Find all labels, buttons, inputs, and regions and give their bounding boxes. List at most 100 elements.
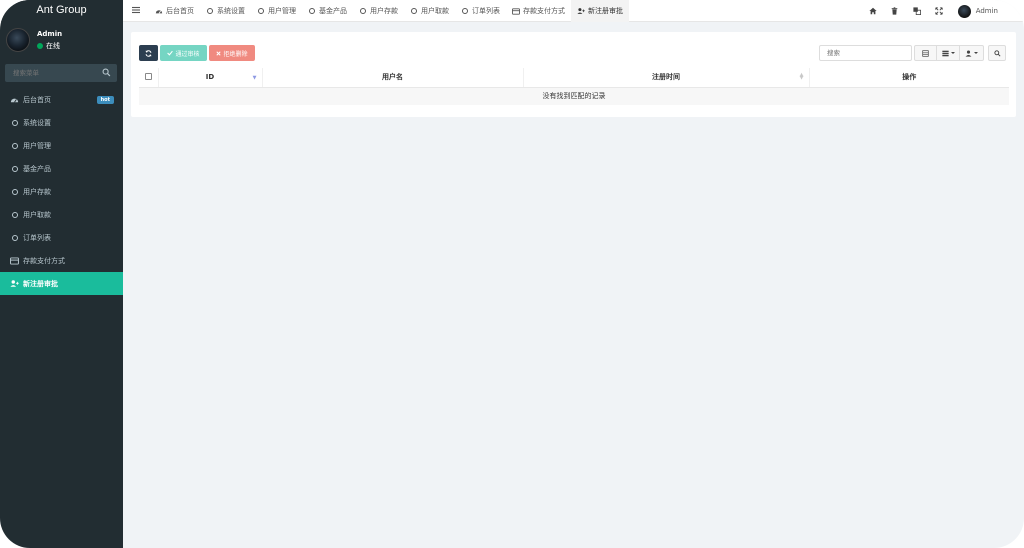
times-icon: [216, 50, 222, 56]
user-plus-icon: [10, 280, 19, 287]
circle-icon: [11, 188, 18, 195]
sort-icon: ▲ ▼: [799, 72, 804, 81]
sidebar-item-order-list[interactable]: 订单列表: [0, 226, 123, 249]
top-right-tools: Admin: [862, 0, 1024, 22]
tab-order-list[interactable]: 订单列表: [455, 0, 506, 22]
sidebar-item-label: 用户取款: [23, 210, 51, 219]
approve-button[interactable]: 通过审核: [160, 45, 207, 61]
tab-user-withdrawals[interactable]: 用户取款: [404, 0, 455, 22]
select-all-cell: [139, 68, 158, 88]
tab-label: 存款支付方式: [523, 7, 565, 15]
clear-cache-button[interactable]: [884, 0, 906, 22]
app-window: Ant Group Admin 在线 后台首页 hot 系统设置: [0, 0, 1024, 548]
sidebar-item-label: 系统设置: [23, 118, 51, 127]
sort-desc-icon: ▼: [252, 75, 257, 81]
language-button[interactable]: [906, 0, 928, 22]
fullscreen-button[interactable]: [928, 0, 950, 22]
circle-icon: [207, 8, 213, 14]
home-icon: [869, 7, 877, 15]
search-icon[interactable]: [102, 68, 111, 77]
table-header-row: ID ▼ 用户名 注册时间 ▲ ▼ 操作: [139, 68, 1009, 88]
sidebar-item-new-registration-approval[interactable]: 新注册审批: [0, 272, 123, 295]
tab-user-management[interactable]: 用户管理: [251, 0, 302, 22]
tab-fund-products[interactable]: 基金产品: [302, 0, 353, 22]
circle-icon: [11, 119, 18, 126]
dashboard-icon: [155, 10, 163, 14]
select-all-checkbox[interactable]: [144, 72, 152, 80]
sidebar-search: [5, 64, 117, 82]
tab-label: 后台首页: [166, 7, 194, 15]
circle-icon: [360, 8, 366, 14]
column-header-actions: 操作: [808, 68, 1009, 88]
credit-card-icon: [512, 7, 520, 15]
tab-system-settings[interactable]: 系统设置: [200, 0, 251, 22]
sidebar-item-deposit-payment-methods[interactable]: 存款支付方式: [0, 249, 123, 272]
table-tool-buttons: [914, 45, 1006, 61]
tab-new-registration-approval[interactable]: 新注册审批: [571, 0, 629, 22]
approve-button-label: 通过审核: [175, 50, 200, 58]
caret-down-icon: [974, 52, 978, 54]
menu-toggle-icon[interactable]: [131, 5, 141, 15]
sidebar-item-label: 订单列表: [23, 233, 51, 242]
column-header-label: 操作: [902, 73, 917, 82]
column-header-label: ID: [205, 73, 215, 82]
tab-label: 新注册审批: [588, 7, 623, 15]
sidebar-item-dashboard[interactable]: 后台首页 hot: [0, 88, 123, 111]
online-dot-icon: [37, 43, 43, 49]
sidebar-item-system-settings[interactable]: 系统设置: [0, 111, 123, 134]
sidebar-item-label: 基金产品: [23, 164, 51, 173]
circle-icon: [258, 8, 264, 14]
user-status-text: 在线: [46, 42, 60, 50]
tab-dashboard[interactable]: 后台首页: [149, 0, 200, 22]
sidebar-item-user-management[interactable]: 用户管理: [0, 134, 123, 157]
table-search-input[interactable]: [819, 45, 912, 61]
circle-icon: [11, 165, 18, 172]
tab-label: 订单列表: [472, 7, 500, 15]
user-status: 在线: [37, 41, 60, 51]
reject-delete-button[interactable]: 拒绝删除: [209, 45, 255, 61]
sidebar-item-user-deposits[interactable]: 用户存款: [0, 180, 123, 203]
sidebar-item-label: 存款支付方式: [23, 256, 65, 265]
sidebar-item-label: 新注册审批: [23, 279, 58, 288]
circle-icon: [11, 211, 18, 218]
brand-logo[interactable]: Ant Group: [0, 0, 123, 22]
tab-bar: 后台首页 系统设置 用户管理 基金产品 用户存款 用户取款 订单列表 存款支付方…: [149, 0, 629, 22]
translate-icon: [913, 7, 921, 15]
home-button[interactable]: [862, 0, 884, 22]
column-header-id[interactable]: ID ▼: [157, 68, 262, 88]
sidebar-menu: 后台首页 hot 系统设置 用户管理 基金产品 用户存款 用户取款 订单列表 存…: [0, 88, 123, 295]
top-user-name[interactable]: Admin: [976, 7, 998, 15]
column-header-username: 用户名: [261, 68, 523, 88]
credit-card-icon: [10, 256, 19, 265]
table-row: 没有找到匹配的记录: [139, 87, 1009, 105]
sidebar-item-fund-products[interactable]: 基金产品: [0, 157, 123, 180]
refresh-button[interactable]: [139, 45, 158, 61]
tab-label: 用户管理: [268, 7, 296, 15]
sidebar-search-input[interactable]: [5, 64, 101, 82]
caret-down-icon: [950, 52, 955, 54]
tab-user-deposits[interactable]: 用户存款: [353, 0, 404, 22]
user-name: Admin: [37, 30, 63, 38]
circle-icon: [11, 142, 18, 149]
search-icon: [993, 49, 1001, 57]
advanced-search-button[interactable]: [988, 45, 1006, 61]
tab-label: 用户存款: [370, 7, 398, 15]
no-records-message: 没有找到匹配的记录: [139, 87, 1009, 105]
dashboard-icon: [10, 98, 19, 103]
tab-label: 用户取款: [421, 7, 449, 15]
top-avatar[interactable]: [957, 4, 971, 18]
circle-icon: [309, 8, 315, 14]
tab-label: 系统设置: [217, 7, 245, 15]
export-dropdown-button[interactable]: [959, 45, 984, 61]
sidebar-item-label: 用户存款: [23, 187, 51, 196]
column-header-label: 注册时间: [652, 73, 680, 82]
sidebar-item-user-withdrawals[interactable]: 用户取款: [0, 203, 123, 226]
tab-label: 基金产品: [319, 7, 347, 15]
column-header-registration-time[interactable]: 注册时间 ▲ ▼: [522, 68, 809, 88]
content-panel: 通过审核 拒绝删除 搜索 ID ▼ 用户名 注册时间 ▲ ▼ 操作 没有找到匹配…: [131, 32, 1016, 117]
sidebar-item-label: 用户管理: [23, 141, 51, 150]
tab-deposit-payment-methods[interactable]: 存款支付方式: [506, 0, 571, 22]
columns-dropdown-button[interactable]: [936, 45, 960, 61]
toggle-view-button[interactable]: [914, 45, 937, 61]
circle-icon: [411, 8, 417, 14]
